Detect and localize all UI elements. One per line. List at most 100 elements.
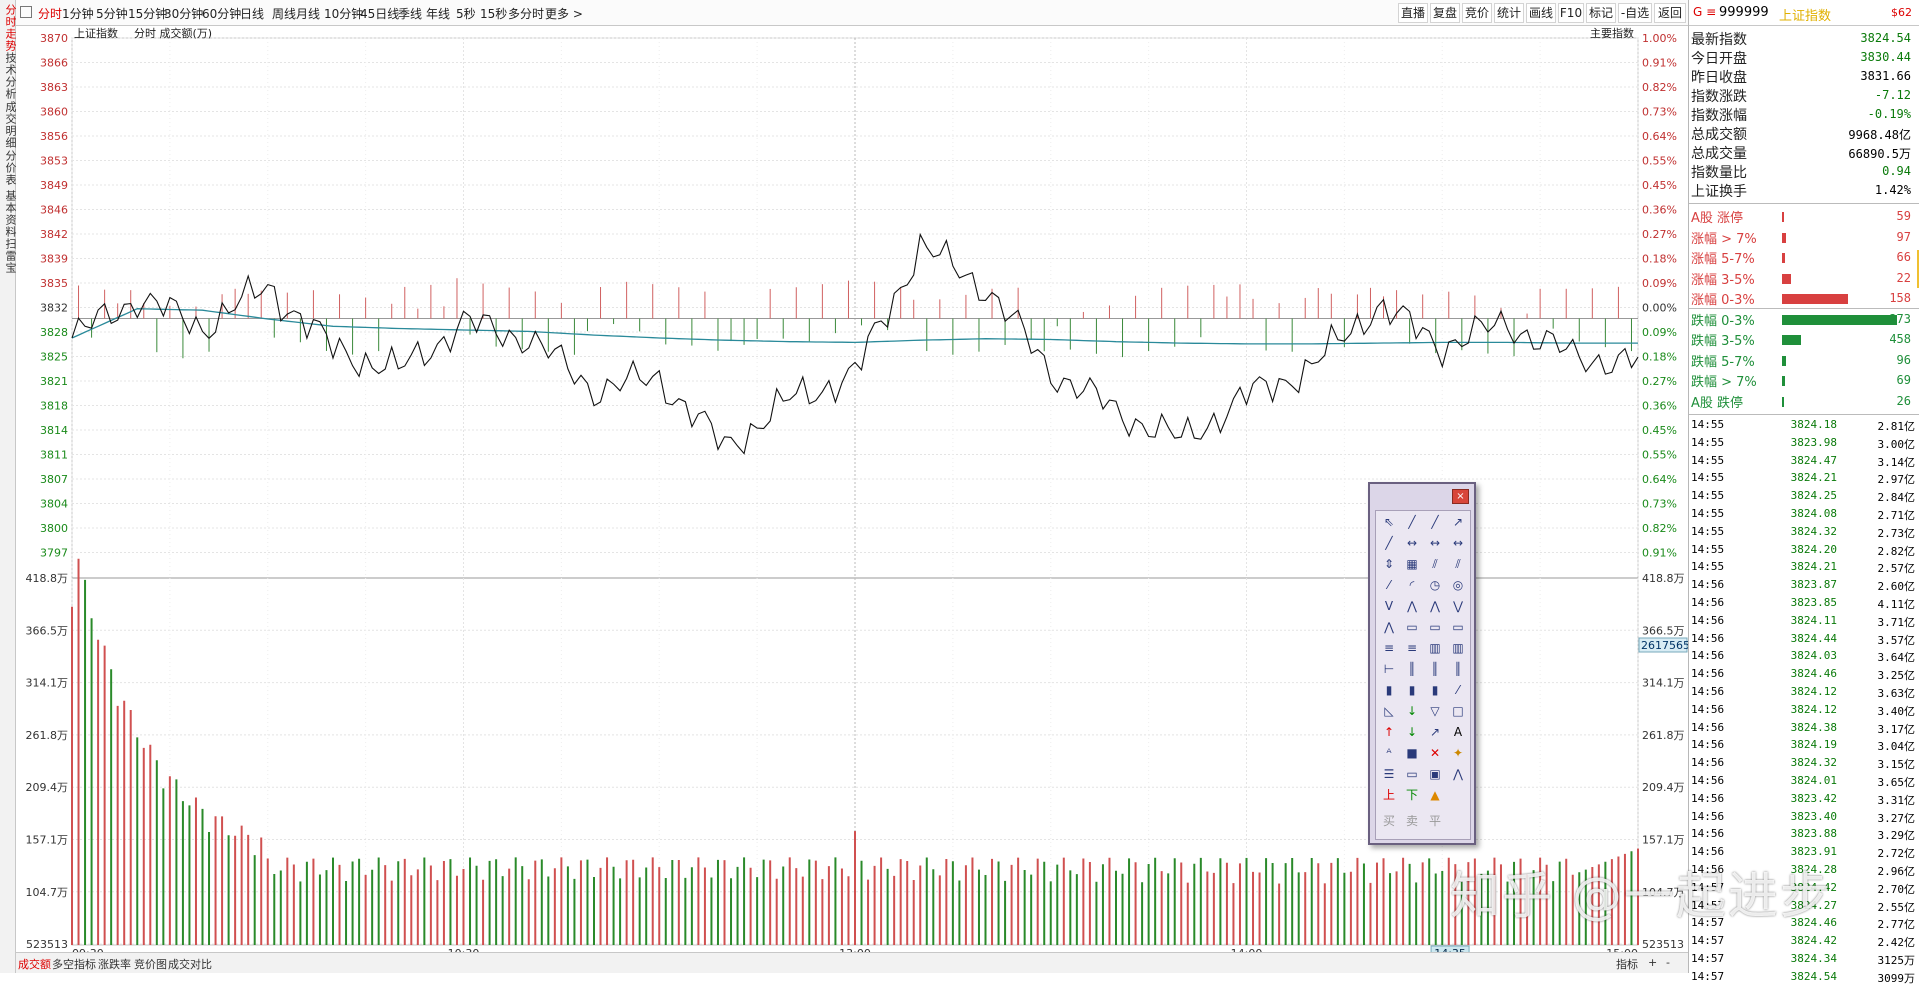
segment-tool-icon[interactable]: ╱	[1378, 533, 1400, 554]
period-tab-15[interactable]: 多分时	[508, 5, 544, 22]
breadth-bar	[1782, 212, 1785, 222]
gann-fan-tool-icon[interactable]: ◺	[1378, 701, 1400, 722]
indicator-control-2[interactable]: -	[1666, 956, 1670, 969]
zigzag-tool-icon[interactable]: ⋀	[1447, 764, 1469, 785]
toolbar-button-4[interactable]: 画线	[1526, 3, 1556, 23]
fill-tool-icon[interactable]: ■	[1401, 743, 1423, 764]
toolbar-button-7[interactable]: -自选	[1618, 3, 1652, 23]
arrow-tool-icon[interactable]: ↗	[1447, 512, 1469, 533]
period-tab-4[interactable]: 30分钟	[164, 5, 203, 22]
period-tool-icon[interactable]: ║	[1401, 659, 1423, 680]
gap-tool-icon[interactable]: ▭	[1401, 617, 1423, 638]
gann2-tool-icon[interactable]: ≡	[1401, 638, 1423, 659]
trade-tool-2[interactable]: 平	[1424, 811, 1446, 832]
period-tab-7[interactable]: 周线	[272, 5, 296, 22]
wave4-tool-icon[interactable]: ⋁	[1447, 596, 1469, 617]
bar3-tool-icon[interactable]: ▮	[1424, 680, 1446, 701]
box-tool-icon[interactable]: ▭	[1401, 764, 1423, 785]
cycle-tool-icon[interactable]: ⊢	[1378, 659, 1400, 680]
indicator-tab-2[interactable]: 涨跌率	[98, 956, 131, 972]
period-tab-16[interactable]: 更多 >	[545, 5, 583, 22]
volume-label: 261.8万	[26, 729, 69, 742]
down-arrow-tool-icon[interactable]: ↓	[1401, 701, 1423, 722]
up-signal-tool-icon[interactable]: 上	[1378, 785, 1400, 806]
main-indicator-label[interactable]: 主要指数	[1590, 26, 1634, 40]
indicator-tab-3[interactable]: 竞价图	[134, 956, 167, 972]
period-tab-5[interactable]: 60分钟	[202, 5, 241, 22]
clear-tool-icon[interactable]: ✦	[1447, 743, 1469, 764]
gap2-tool-icon[interactable]: ▭	[1424, 617, 1446, 638]
period2-tool-icon[interactable]: ║	[1424, 659, 1446, 680]
indicator-control-1[interactable]: +	[1648, 956, 1657, 969]
line-tool-icon[interactable]: ╱	[1401, 512, 1423, 533]
text-tool-icon[interactable]: A	[1447, 722, 1469, 743]
toolbar-button-8[interactable]: 返回	[1654, 3, 1686, 23]
label-tool-icon[interactable]: ᴬ	[1378, 743, 1400, 764]
period-tab-3[interactable]: 15分钟	[128, 5, 167, 22]
trade-tool-1[interactable]: 卖	[1401, 811, 1423, 832]
toolbar-button-0[interactable]: 直播	[1398, 3, 1428, 23]
period3-tool-icon[interactable]: ║	[1447, 659, 1469, 680]
period-tab-11[interactable]: 季线	[398, 5, 422, 22]
note-tool-icon[interactable]: ☰	[1378, 764, 1400, 785]
up-mark-tool-icon[interactable]: ↑	[1378, 722, 1400, 743]
hsegment-tool-icon[interactable]: ↔	[1447, 533, 1469, 554]
hline-tool-icon[interactable]: ↔	[1401, 533, 1423, 554]
toolbar-button-5[interactable]: F10	[1558, 3, 1584, 23]
toolbar-button-6[interactable]: 标记	[1586, 3, 1616, 23]
image-tool-icon[interactable]: ▣	[1424, 764, 1446, 785]
bar2-tool-icon[interactable]: ▮	[1401, 680, 1423, 701]
period-tab-1[interactable]: 1分钟	[62, 5, 94, 22]
period-tab-2[interactable]: 5分钟	[96, 5, 128, 22]
select-tool-icon[interactable]: ⇖	[1378, 512, 1400, 533]
linear-regression-tool-icon[interactable]: ⁄	[1378, 575, 1400, 596]
period-tab-0[interactable]: 分时	[38, 5, 62, 22]
fan2-tool-icon[interactable]: ▥	[1447, 638, 1469, 659]
indicator-control-0[interactable]: 指标	[1616, 956, 1638, 972]
indicator-tab-4[interactable]: 成交对比	[168, 956, 212, 972]
vline-tool-icon[interactable]: ⇕	[1378, 554, 1400, 575]
ray-tool-icon[interactable]: ╱	[1424, 512, 1446, 533]
angle-tool-icon[interactable]: ⁄	[1447, 680, 1469, 701]
arc-tool-icon[interactable]: ◜	[1401, 575, 1423, 596]
circle-tool-icon[interactable]: ◷	[1424, 575, 1446, 596]
delete-tool-icon[interactable]: ✕	[1424, 743, 1446, 764]
toolbar-button-2[interactable]: 竞价	[1462, 3, 1492, 23]
price-tag-tool-icon[interactable]: ▦	[1401, 554, 1423, 575]
toolbox-close-icon[interactable]: ×	[1452, 489, 1469, 504]
gap3-tool-icon[interactable]: ▭	[1447, 617, 1469, 638]
trend-mark-tool-icon[interactable]: ↗	[1424, 722, 1446, 743]
indicator-tab-1[interactable]: 多空指标	[52, 956, 96, 972]
down-signal-tool-icon[interactable]: 下	[1401, 785, 1423, 806]
toolbar-button-3[interactable]: 统计	[1494, 3, 1524, 23]
layout-toggle-icon[interactable]	[20, 6, 32, 18]
period-tab-12[interactable]: 年线	[426, 5, 450, 22]
down-mark-tool-icon[interactable]: ↓	[1401, 722, 1423, 743]
empty-tool-icon[interactable]	[1447, 785, 1469, 806]
indicator-tab-0[interactable]: 成交额	[18, 956, 51, 972]
parallel-tool-icon[interactable]: ⫽	[1424, 554, 1446, 575]
price-label: 3814	[40, 424, 68, 437]
flag-tool-icon[interactable]: ▲	[1424, 785, 1446, 806]
trade-tool-0[interactable]: 买	[1378, 811, 1400, 832]
ellipse-tool-icon[interactable]: ◎	[1447, 575, 1469, 596]
pattern-tool-icon[interactable]: ⋀	[1378, 617, 1400, 638]
breadth-label: 涨幅 > 7%	[1691, 231, 1757, 247]
toolbar-button-1[interactable]: 复盘	[1430, 3, 1460, 23]
period-tab-13[interactable]: 5秒	[456, 5, 476, 22]
period-tab-9[interactable]: 10分钟	[324, 5, 363, 22]
period-tab-10[interactable]: 45日线	[360, 5, 399, 22]
fan-tool-icon[interactable]: ▥	[1424, 638, 1446, 659]
period-tab-8[interactable]: 月线	[296, 5, 320, 22]
triangle-tool-icon[interactable]: ▽	[1424, 701, 1446, 722]
gann-tool-icon[interactable]: ≡	[1378, 638, 1400, 659]
period-tab-6[interactable]: 日线	[240, 5, 264, 22]
wave2-tool-icon[interactable]: ⋀	[1401, 596, 1423, 617]
hray-tool-icon[interactable]: ↔	[1424, 533, 1446, 554]
wave3-tool-icon[interactable]: ⋀	[1424, 596, 1446, 617]
bar-tool-icon[interactable]: ▮	[1378, 680, 1400, 701]
channel-tool-icon[interactable]: ⫽	[1447, 554, 1469, 575]
rect-tool-icon[interactable]: □	[1447, 701, 1469, 722]
wave-tool-icon[interactable]: Ⅴ	[1378, 596, 1400, 617]
period-tab-14[interactable]: 15秒	[480, 5, 507, 22]
